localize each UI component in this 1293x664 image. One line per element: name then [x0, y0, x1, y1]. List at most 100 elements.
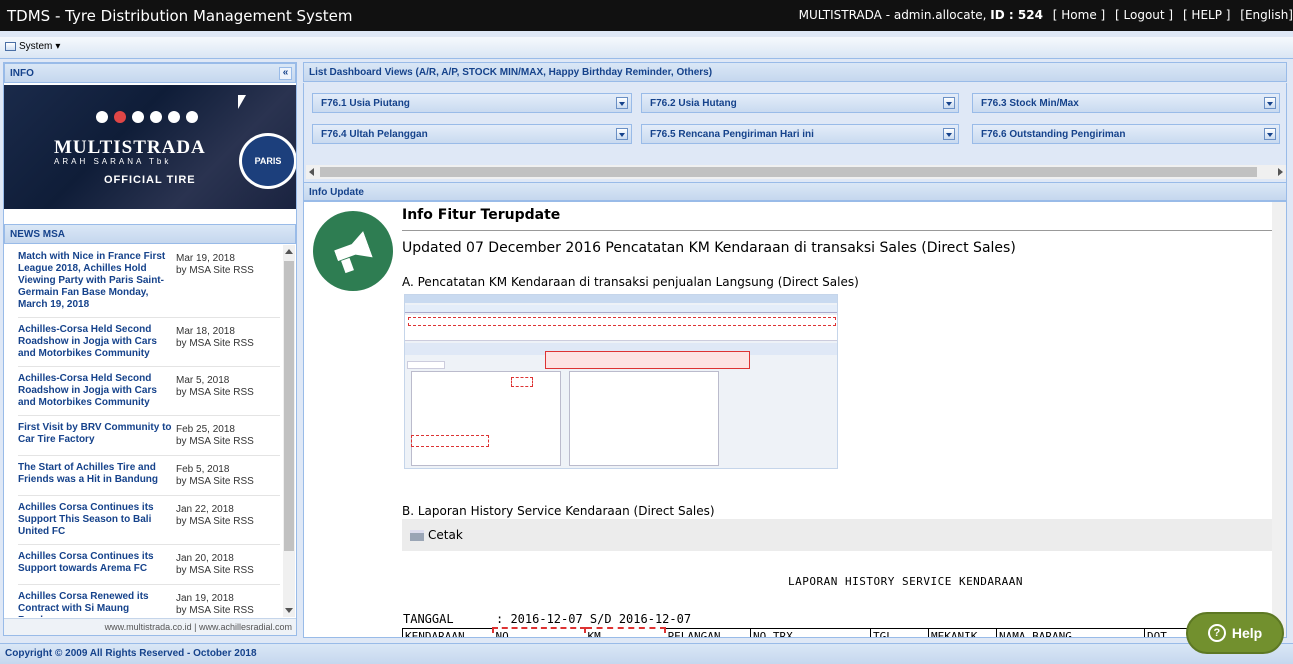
section-b-title: B. Laporan History Service Kendaraan (Di… [402, 504, 715, 518]
footer: Copyright © 2009 All Rights Reserved - O… [0, 643, 1293, 664]
news-date: Jan 20, 2018 [176, 553, 234, 564]
news-scrollbar[interactable] [283, 245, 295, 617]
col-mekanik: MEKANIK [928, 627, 997, 637]
news-meta: Jan 19, 2018 by MSA Site RSS [176, 593, 284, 617]
logout-link[interactable]: [ Logout ] [1115, 8, 1173, 22]
dashboard-body: F76.1 Usia Piutang F76.2 Usia Hutang F76… [303, 83, 1287, 183]
col-tgl: TGL. [870, 627, 929, 637]
dashboard-usia-piutang-button[interactable]: F76.1 Usia Piutang [312, 93, 632, 113]
system-menu[interactable]: System ▾ [5, 41, 60, 52]
news-scroll-thumb[interactable] [284, 261, 294, 551]
scroll-left-icon[interactable] [309, 168, 314, 176]
news-item: Achilles-Corsa Held Second Roadshow in J… [18, 318, 280, 367]
info-title: Info Fitur Terupdate [402, 207, 561, 223]
megaphone-icon [313, 211, 393, 291]
print-button[interactable]: Cetak [410, 528, 463, 542]
question-icon: ? [1207, 624, 1226, 642]
mouse-cursor-icon [238, 95, 246, 109]
window-icon [5, 42, 16, 51]
psg-logo-icon: PARIS [239, 133, 296, 189]
scroll-down-icon[interactable] [285, 608, 293, 613]
help-link[interactable]: [ HELP ] [1183, 8, 1231, 22]
carousel-dots [96, 111, 198, 123]
carousel-dot[interactable] [186, 111, 198, 123]
user-info: MULTISTRADA - admin.allocate, [798, 8, 987, 22]
chevron-down-icon [616, 128, 628, 140]
news-meta: Jan 20, 2018 by MSA Site RSS [176, 553, 284, 577]
news-meta: Mar 19, 2018 by MSA Site RSS [176, 253, 284, 277]
system-menu-label: System [19, 41, 53, 52]
col-no: NO. [491, 627, 586, 637]
chevron-down-icon [616, 97, 628, 109]
news-meta: Jan 22, 2018 by MSA Site RSS [176, 504, 284, 528]
news-meta: Mar 5, 2018 by MSA Site RSS [176, 375, 284, 399]
news-item: Achilles Corsa Continues its Support Thi… [18, 496, 280, 545]
language-link[interactable]: [English] [1240, 8, 1293, 22]
carousel-dot[interactable] [96, 111, 108, 123]
table-header-row: KENDARAAN NO. KM PELANGAN NO.TRX TGL. ME… [402, 627, 1286, 637]
news-source: by MSA Site RSS [176, 338, 254, 349]
news-item: Achilles Corsa Renewed its Contract with… [18, 585, 280, 617]
col-km: KM [583, 627, 666, 637]
dashboard-outstanding-pengiriman-button[interactable]: F76.6 Outstanding Pengiriman [972, 124, 1280, 144]
dashboard-ultah-pelanggan-button[interactable]: F76.4 Ultah Pelanggan [312, 124, 632, 144]
dashboard-header: List Dashboard Views (A/R, A/P, STOCK MI… [303, 62, 1287, 82]
news-title-link[interactable]: Achilles Corsa Continues its Support tow… [18, 551, 172, 575]
news-title-link[interactable]: Achilles Corsa Renewed its Contract with… [18, 591, 172, 617]
news-item: The Start of Achilles Tire and Friends w… [18, 456, 280, 496]
news-title-link[interactable]: First Visit by BRV Community to Car Tire… [18, 422, 172, 446]
info-panel-header: INFO « [4, 63, 296, 83]
right-panel: List Dashboard Views (A/R, A/P, STOCK MI… [303, 62, 1287, 638]
dashboard-scroll-thumb[interactable] [320, 167, 1257, 177]
news-list: Match with Nice in France First League 2… [4, 245, 284, 617]
news-date: Jan 19, 2018 [176, 593, 234, 604]
news-source: by MSA Site RSS [176, 387, 254, 398]
direct-sales-screenshot [404, 294, 838, 469]
news-date: Mar 18, 2018 [176, 326, 235, 337]
news-source: by MSA Site RSS [176, 476, 254, 487]
promo-banner[interactable]: MULTISTRADA ARAH SARANA Tbk OFFICIAL TIR… [4, 85, 296, 209]
dashboard-rencana-pengiriman-button[interactable]: F76.5 Rencana Pengiriman Hari ini [641, 124, 959, 144]
top-bar: TDMS - Tyre Distribution Management Syst… [0, 0, 1293, 31]
carousel-dot[interactable] [132, 111, 144, 123]
report-title: LAPORAN HISTORY SERVICE KENDARAAN [788, 575, 1024, 588]
news-item: First Visit by BRV Community to Car Tire… [18, 416, 280, 456]
app-title: TDMS - Tyre Distribution Management Syst… [7, 7, 353, 25]
multistrada-logo: MULTISTRADA ARAH SARANA Tbk OFFICIAL TIR… [54, 137, 206, 186]
dashboard-stock-minmax-button[interactable]: F76.3 Stock Min/Max [972, 93, 1280, 113]
scroll-up-icon[interactable] [285, 249, 293, 254]
news-title-link[interactable]: Achilles-Corsa Held Second Roadshow in J… [18, 324, 172, 360]
divider [402, 230, 1286, 231]
news-meta: Feb 5, 2018 by MSA Site RSS [176, 464, 284, 488]
menu-bar: System ▾ [0, 37, 1293, 59]
carousel-dot[interactable] [168, 111, 180, 123]
collapse-icon[interactable]: « [279, 67, 292, 80]
news-title-link[interactable]: The Start of Achilles Tire and Friends w… [18, 462, 172, 486]
date-range-value: : 2016-12-07 S/D 2016-12-07 [496, 612, 692, 626]
carousel-dot[interactable] [150, 111, 162, 123]
col-no-trx: NO.TRX [750, 627, 871, 637]
news-meta: Feb 25, 2018 by MSA Site RSS [176, 424, 284, 448]
dashboard-usia-hutang-button[interactable]: F76.2 Usia Hutang [641, 93, 959, 113]
carousel-dot-active[interactable] [114, 111, 126, 123]
news-title-link[interactable]: Achilles-Corsa Held Second Roadshow in J… [18, 373, 172, 409]
news-item: Match with Nice in France First League 2… [18, 245, 280, 318]
home-link[interactable]: [ Home ] [1053, 8, 1105, 22]
info-update-header: Info Update [303, 182, 1287, 201]
news-source: by MSA Site RSS [176, 265, 254, 276]
news-source: by MSA Site RSS [176, 565, 254, 576]
chevron-down-icon: ▾ [55, 41, 61, 52]
left-panel: INFO « MULTISTRADA ARAH SARANA Tbk OFFIC… [3, 62, 297, 636]
news-title-link[interactable]: Match with Nice in France First League 2… [18, 251, 172, 311]
site-links[interactable]: www.multistrada.co.id | www.achillesradi… [4, 618, 296, 635]
scroll-right-icon[interactable] [1278, 168, 1283, 176]
dashboard-h-scrollbar[interactable] [306, 165, 1286, 179]
info-update-scrollbar[interactable] [1272, 202, 1286, 637]
news-date: Feb 25, 2018 [176, 424, 235, 435]
help-button[interactable]: ? Help [1186, 612, 1284, 654]
news-source: by MSA Site RSS [176, 516, 254, 527]
top-nav: MULTISTRADA - admin.allocate, ID : 524 [… [799, 8, 1293, 22]
chevron-down-icon [943, 128, 955, 140]
news-title-link[interactable]: Achilles Corsa Continues its Support Thi… [18, 502, 172, 538]
news-panel-header: NEWS MSA [4, 224, 296, 244]
